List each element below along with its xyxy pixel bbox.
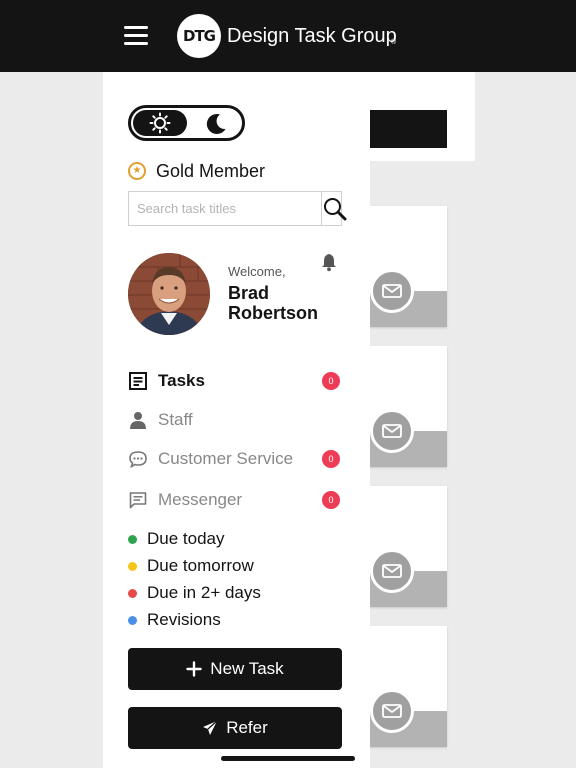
nav-item-tasks[interactable]: Tasks 0 bbox=[128, 368, 343, 394]
plus-icon bbox=[186, 661, 202, 677]
logo-text: DTG bbox=[183, 27, 216, 45]
dtg-logo[interactable]: DTG bbox=[177, 14, 221, 58]
home-indicator[interactable] bbox=[221, 756, 355, 761]
nav-item-staff[interactable]: Staff bbox=[128, 407, 343, 433]
refer-button[interactable]: Refer bbox=[128, 707, 342, 749]
legend-revisions: Revisions bbox=[128, 609, 221, 631]
nav-item-customer-service[interactable]: Customer Service 0 bbox=[128, 446, 343, 472]
chat-bubble-icon bbox=[128, 449, 148, 469]
nav-label: Tasks bbox=[158, 371, 205, 390]
bell-icon[interactable] bbox=[319, 252, 339, 272]
message-icon bbox=[128, 490, 148, 510]
status-dot bbox=[128, 588, 137, 598]
legend-label: Due tomorrow bbox=[147, 556, 254, 575]
legend-label: Due in 2+ days bbox=[147, 583, 261, 602]
tasks-icon bbox=[128, 371, 148, 391]
search-box bbox=[128, 191, 347, 226]
new-task-button[interactable]: New Task bbox=[128, 648, 342, 690]
theme-toggle[interactable] bbox=[128, 105, 245, 141]
status-dot bbox=[128, 561, 137, 571]
side-drawer: ★ Gold Member Welcome, Brad Robertso bbox=[103, 72, 370, 768]
user-name: Brad Robertson bbox=[228, 283, 318, 323]
menu-icon[interactable] bbox=[124, 25, 150, 45]
new-task-label: New Task bbox=[210, 659, 284, 678]
legend-due-today: Due today bbox=[128, 528, 225, 550]
search-input[interactable] bbox=[129, 192, 321, 225]
nav-label: Staff bbox=[158, 410, 193, 429]
legend-due-later: Due in 2+ days bbox=[128, 582, 261, 604]
task-card[interactable] bbox=[370, 626, 447, 747]
status-dot bbox=[128, 534, 137, 544]
mail-icon[interactable] bbox=[370, 549, 414, 593]
membership-label: Gold Member bbox=[156, 160, 266, 181]
mail-icon[interactable] bbox=[370, 409, 414, 453]
legend-due-tomorrow: Due tomorrow bbox=[128, 555, 254, 577]
nav-item-messenger[interactable]: Messenger 0 bbox=[128, 487, 343, 513]
notification-badge: 0 bbox=[322, 491, 340, 509]
task-card[interactable] bbox=[370, 206, 447, 327]
app-header: DTG Design Task Group ® bbox=[0, 0, 576, 72]
person-icon bbox=[128, 410, 148, 430]
moon-icon[interactable] bbox=[202, 111, 230, 137]
paper-plane-icon bbox=[202, 720, 218, 736]
status-dot bbox=[128, 615, 137, 625]
notification-badge: 0 bbox=[322, 450, 340, 468]
star-badge-icon: ★ bbox=[128, 162, 146, 180]
mail-icon[interactable] bbox=[370, 689, 414, 733]
search-icon[interactable] bbox=[321, 192, 348, 225]
legend-label: Revisions bbox=[147, 610, 221, 629]
welcome-text: Welcome, bbox=[228, 264, 286, 279]
nav-label: Customer Service bbox=[158, 449, 294, 468]
avatar[interactable] bbox=[128, 253, 210, 335]
legend-label: Due today bbox=[147, 529, 225, 548]
refer-label: Refer bbox=[226, 718, 268, 737]
background-button bbox=[370, 110, 447, 148]
brand-name: Design Task Group bbox=[227, 25, 397, 47]
mail-icon[interactable] bbox=[370, 269, 414, 313]
registered-mark: ® bbox=[391, 39, 397, 46]
notification-badge: 0 bbox=[322, 372, 340, 390]
membership-status: ★ Gold Member bbox=[128, 160, 265, 182]
sun-icon[interactable] bbox=[133, 110, 187, 136]
task-card[interactable] bbox=[370, 346, 447, 467]
nav-label: Messenger bbox=[158, 490, 243, 509]
task-card[interactable] bbox=[370, 486, 447, 607]
